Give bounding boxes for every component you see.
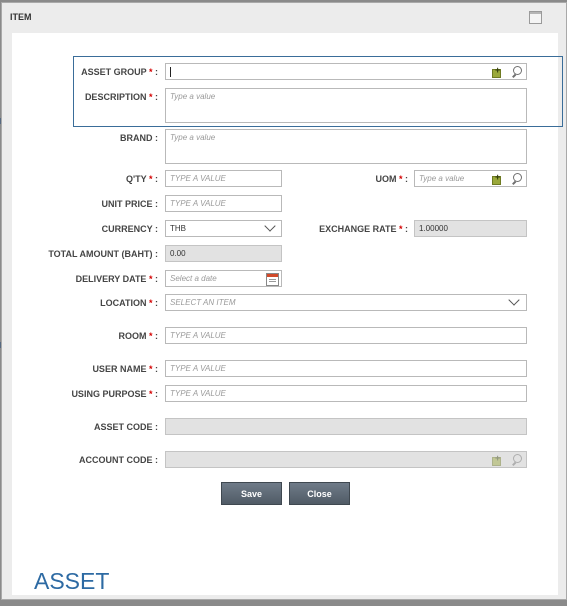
asset-code-label: ASSET CODE : — [93, 422, 158, 432]
currency-select[interactable]: THB — [165, 220, 282, 237]
chevron-down-icon — [508, 295, 520, 306]
dialog-title: ITEM — [10, 12, 32, 22]
chevron-down-icon — [264, 221, 276, 232]
search-icon[interactable] — [511, 173, 523, 185]
uom-label: UOM * : — [375, 174, 408, 184]
account-code-input — [165, 451, 527, 468]
user-name-input[interactable]: TYPE A VALUE — [165, 360, 527, 377]
exchange-rate-input: 1.00000 — [414, 220, 527, 237]
search-icon[interactable] — [511, 66, 523, 78]
calendar-icon[interactable] — [266, 273, 279, 286]
brand-logo-text: ASSET — [34, 568, 110, 594]
qty-label: Q'TY * : — [125, 174, 158, 184]
dialog-header: ITEM — [2, 3, 566, 31]
brand-label: BRAND : — [119, 133, 158, 143]
lookup-icon[interactable] — [491, 172, 503, 185]
lookup-icon[interactable] — [491, 65, 503, 78]
unit-price-label: UNIT PRICE : — [101, 199, 158, 209]
dialog-body: ASSET GROUP * : DESCRIPTION * : Type a v… — [12, 33, 563, 595]
location-label: LOCATION * : — [100, 298, 158, 308]
close-button[interactable]: Close — [289, 482, 350, 505]
unit-price-input[interactable]: TYPE A VALUE — [165, 195, 282, 212]
room-input[interactable]: TYPE A VALUE — [165, 327, 527, 344]
save-button[interactable]: Save — [221, 482, 282, 505]
search-icon — [511, 454, 523, 466]
using-purpose-input[interactable]: TYPE A VALUE — [165, 385, 527, 402]
delivery-date-label: DELIVERY DATE * : — [75, 274, 158, 284]
text-caret — [170, 67, 171, 77]
account-code-label: ACCOUNT CODE : — [78, 455, 158, 465]
lookup-icon — [491, 453, 503, 466]
description-textarea[interactable]: Type a value — [165, 88, 527, 123]
room-label: ROOM * : — [118, 331, 158, 341]
maximize-icon[interactable] — [529, 11, 542, 24]
asset-group-input[interactable] — [165, 63, 527, 80]
total-amount-input: 0.00 — [165, 245, 282, 262]
asset-group-label: ASSET GROUP * : — [81, 67, 158, 77]
qty-input[interactable]: TYPE A VALUE — [165, 170, 282, 187]
brand-textarea[interactable]: Type a value — [165, 129, 527, 164]
uom-input[interactable]: Type a value — [414, 170, 527, 187]
user-name-label: USER NAME * : — [92, 364, 158, 374]
using-purpose-label: USING PURPOSE * : — [71, 389, 158, 399]
total-amount-label: TOTAL AMOUNT (BAHT) : — [48, 249, 158, 259]
item-dialog: ITEM ASSET GROUP * : DESCRIPTION * : Typ… — [1, 2, 567, 600]
currency-label: CURRENCY : — [101, 224, 158, 234]
delivery-date-input[interactable]: Select a date — [165, 270, 282, 287]
description-label: DESCRIPTION * : — [84, 92, 158, 102]
location-select[interactable]: SELECT AN ITEM — [165, 294, 527, 311]
exchange-rate-label: EXCHANGE RATE * : — [319, 224, 408, 234]
asset-code-input — [165, 418, 527, 435]
